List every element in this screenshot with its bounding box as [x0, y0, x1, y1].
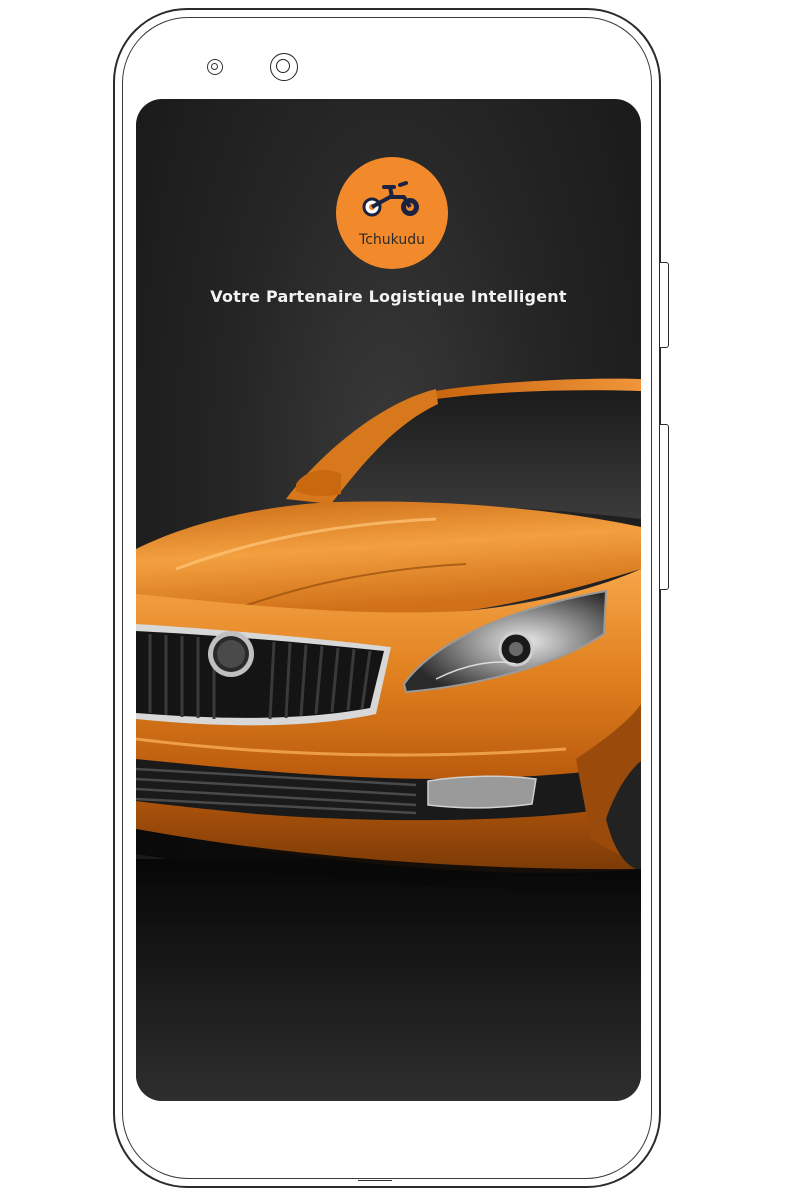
volume-button — [660, 262, 669, 348]
brand-logo: Tchukudu — [336, 157, 448, 269]
charging-port — [358, 1180, 392, 1187]
power-button — [660, 424, 669, 590]
front-camera — [270, 53, 298, 81]
delivery-bike-icon — [362, 181, 419, 217]
proximity-sensor — [207, 59, 223, 75]
brand-name: Tchukudu — [359, 232, 425, 248]
tagline: Votre Partenaire Logistique Intelligent — [210, 287, 567, 306]
splash-screen: Tchukudu Votre Partenaire Logistique Int… — [136, 99, 641, 1101]
